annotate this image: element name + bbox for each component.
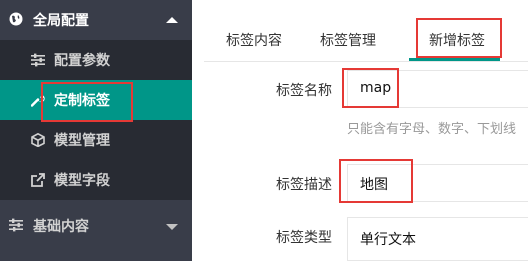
nav-group-label: 基础内容 xyxy=(33,219,89,235)
sliders-icon xyxy=(9,218,23,232)
tag-type-select[interactable]: 单行文本 xyxy=(347,217,528,261)
tab-tag-management[interactable]: 标签管理 xyxy=(320,30,376,50)
tag-name-label: 标签名称 xyxy=(276,83,332,99)
external-link-icon xyxy=(31,173,45,187)
sidebar-item-label: 模型管理 xyxy=(54,133,110,149)
nav-group-label: 全局配置 xyxy=(33,13,89,29)
sidebar-item-label: 配置参数 xyxy=(54,53,110,69)
nav-group-global-config[interactable]: 全局配置 xyxy=(0,0,192,40)
tab-active-indicator xyxy=(409,58,500,61)
tag-name-hint: 只能含有字母、数字、下划线 xyxy=(347,122,517,137)
tab-tag-content[interactable]: 标签内容 xyxy=(226,30,282,50)
caret-down-icon xyxy=(166,224,178,230)
sidebar-item-config-params[interactable]: 配置参数 xyxy=(0,40,192,80)
highlight-box xyxy=(41,82,133,122)
tab-bar: 标签内容 标签管理 新增标签 xyxy=(204,0,528,62)
tag-type-value: 单行文本 xyxy=(360,232,416,248)
highlight-box xyxy=(339,159,413,203)
cube-icon xyxy=(31,133,45,147)
sliders-icon xyxy=(31,53,45,67)
sidebar: 全局配置 配置参数 定制标签 模型管理 模型字段 基础内容 xyxy=(0,0,192,261)
tag-type-label: 标签类型 xyxy=(276,230,332,246)
sidebar-item-label: 模型字段 xyxy=(54,173,110,189)
highlight-box xyxy=(342,68,399,108)
sidebar-item-model-fields[interactable]: 模型字段 xyxy=(0,160,192,200)
tag-desc-label: 标签描述 xyxy=(276,177,332,193)
highlight-box xyxy=(416,18,502,58)
sidebar-item-model-management[interactable]: 模型管理 xyxy=(0,120,192,160)
nav-group-basic-content[interactable]: 基础内容 xyxy=(0,206,192,246)
main-content: 标签内容 标签管理 新增标签 标签名称 map 只能含有字母、数字、下划线 标签… xyxy=(192,0,528,261)
globe-icon xyxy=(9,12,23,26)
caret-up-icon xyxy=(166,17,178,23)
